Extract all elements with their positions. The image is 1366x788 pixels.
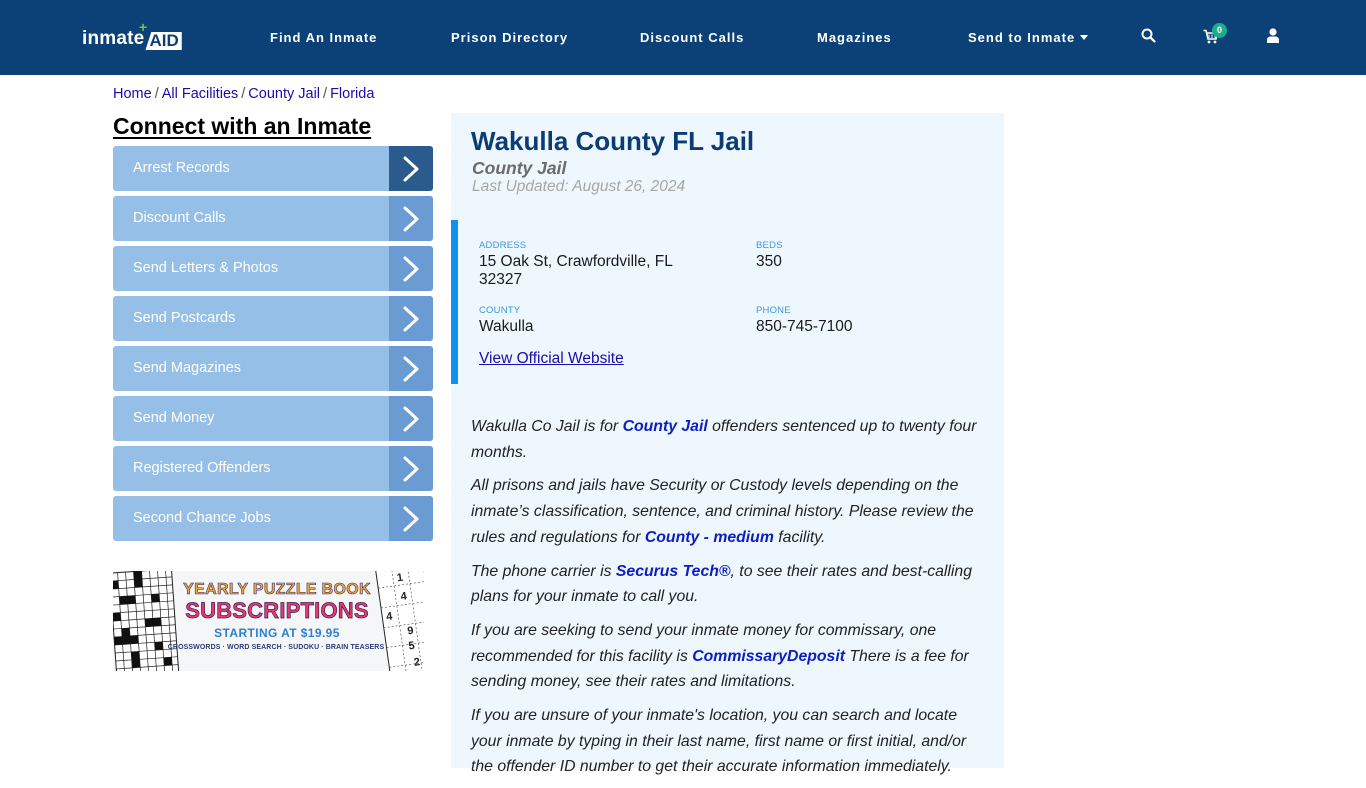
text: Wakulla Co Jail is for (471, 418, 623, 435)
cart-count-badge: 0 (1212, 23, 1227, 38)
breadcrumb-all-facilities[interactable]: All Facilities (162, 86, 239, 102)
user-icon[interactable] (1267, 28, 1279, 48)
breadcrumb: Home / All Facilities / County Jail / Florida (113, 86, 374, 102)
county-jail-link[interactable]: County Jail (623, 418, 708, 435)
sidebar-item-label: Send Magazines (133, 360, 242, 376)
chevron-right-icon (389, 346, 433, 391)
phone-value: 850-745-7100 (756, 318, 853, 335)
view-official-website-link[interactable]: View Official Website (479, 350, 624, 368)
ad-headline: YEARLY PUZZLE BOOK (183, 581, 371, 599)
logo-text-aid: AID (145, 32, 182, 50)
sidebar-item-label: Send Money (133, 410, 215, 426)
breadcrumb-home[interactable]: Home (113, 86, 152, 102)
chevron-right-icon (389, 296, 433, 341)
county-label: COUNTY (479, 305, 521, 316)
sidebar-item-label: Discount Calls (133, 210, 226, 226)
nav-send-to-inmate[interactable]: Send to Inmate (968, 30, 1089, 45)
sidebar-item-send-postcards[interactable]: Send Postcards (113, 296, 433, 341)
address-label: ADDRESS (479, 240, 527, 251)
description-paragraph: If you are unsure of your inmate's locat… (471, 707, 967, 776)
facility-description: Wakulla Co Jail is for County Jail offen… (471, 414, 991, 788)
security-level-link[interactable]: County - medium (645, 529, 774, 546)
beds-value: 350 (756, 253, 782, 270)
logo-plus-icon: + (139, 19, 148, 35)
address-line2: 32327 (479, 271, 523, 288)
sidebar-item-registered-offenders[interactable]: Registered Offenders (113, 446, 433, 491)
breadcrumb-separator: / (154, 86, 159, 102)
nav-find-an-inmate[interactable]: Find An Inmate (270, 30, 377, 45)
ad-price: STARTING AT $19.95 (214, 626, 340, 640)
chevron-right-icon (389, 496, 433, 541)
top-navbar: inmate AID + Find An Inmate Prison Direc… (0, 0, 1366, 75)
sidebar-item-discount-calls[interactable]: Discount Calls (113, 196, 433, 241)
last-updated: Last Updated: August 26, 2024 (472, 178, 686, 195)
nav-magazines[interactable]: Magazines (817, 30, 892, 45)
sidebar-item-label: Registered Offenders (133, 460, 271, 476)
search-icon[interactable] (1141, 28, 1156, 48)
chevron-right-icon (389, 396, 433, 441)
ad-subheadline: SUBSCRIPTIONS (185, 598, 369, 624)
phone-carrier-link[interactable]: Securus Tech® (616, 563, 731, 580)
county-value: Wakulla (479, 318, 534, 335)
breadcrumb-separator: / (241, 86, 246, 102)
chevron-right-icon (389, 146, 433, 191)
caret-down-icon (1080, 35, 1089, 40)
sidebar-item-label: Send Postcards (133, 310, 236, 326)
sidebar-item-arrest-records[interactable]: Arrest Records (113, 146, 433, 191)
sidebar-item-label: Send Letters & Photos (133, 260, 279, 276)
breadcrumb-florida[interactable]: Florida (330, 86, 374, 102)
connect-with-inmate-heading[interactable]: Connect with an Inmate (113, 113, 371, 140)
phone-label: PHONE (756, 305, 791, 316)
sidebar-item-send-magazines[interactable]: Send Magazines (113, 346, 433, 391)
site-logo[interactable]: inmate AID (82, 26, 182, 50)
breadcrumb-separator: / (323, 86, 328, 102)
nav-send-to-inmate-label: Send to Inmate (968, 30, 1076, 45)
sidebar-item-send-money[interactable]: Send Money (113, 396, 433, 441)
description-paragraph: Wakulla Co Jail is for County Jail offen… (471, 414, 991, 465)
chevron-right-icon (389, 196, 433, 241)
breadcrumb-county-jail[interactable]: County Jail (248, 86, 320, 102)
text: facility. (773, 528, 826, 546)
chevron-right-icon (389, 246, 433, 291)
nav-prison-directory[interactable]: Prison Directory (451, 30, 568, 45)
beds-label: BEDS (756, 240, 783, 251)
sidebar-item-second-chance-jobs[interactable]: Second Chance Jobs (113, 496, 433, 541)
description-paragraph: If you are seeking to send your inmate m… (471, 618, 991, 695)
facility-type: County Jail (472, 158, 567, 178)
sidebar-item-label: Second Chance Jobs (133, 510, 271, 526)
description-paragraph: All prisons and jails have Security or C… (471, 473, 991, 550)
puzzle-book-ad-banner[interactable]: 1 4 4 9 5 2 YEARLY PUZZLE BOOK SUBSCRIPT… (113, 571, 424, 671)
chevron-right-icon (389, 446, 433, 491)
facility-title: Wakulla County FL Jail (471, 126, 755, 156)
facility-info-box: ADDRESS 15 Oak St, Crawfordville, FL 323… (451, 220, 1004, 384)
sidebar-item-label: Arrest Records (133, 160, 230, 176)
facility-panel: Wakulla County FL Jail County Jail Last … (451, 113, 1004, 775)
address-line1: 15 Oak St, Crawfordville, FL (479, 253, 673, 270)
ad-categories: CROSSWORDS · WORD SEARCH · SUDOKU · BRAI… (167, 644, 385, 651)
sidebar-item-send-letters-photos[interactable]: Send Letters & Photos (113, 246, 433, 291)
description-paragraph: The phone carrier is Securus Tech®, to s… (471, 559, 991, 610)
commissary-deposit-link[interactable]: CommissaryDeposit (692, 648, 845, 665)
text: The phone carrier is (471, 562, 616, 580)
nav-discount-calls[interactable]: Discount Calls (640, 30, 744, 45)
connect-menu: Arrest Records Discount Calls Send Lette… (113, 146, 433, 546)
logo-text-inmate: inmate (82, 28, 145, 49)
